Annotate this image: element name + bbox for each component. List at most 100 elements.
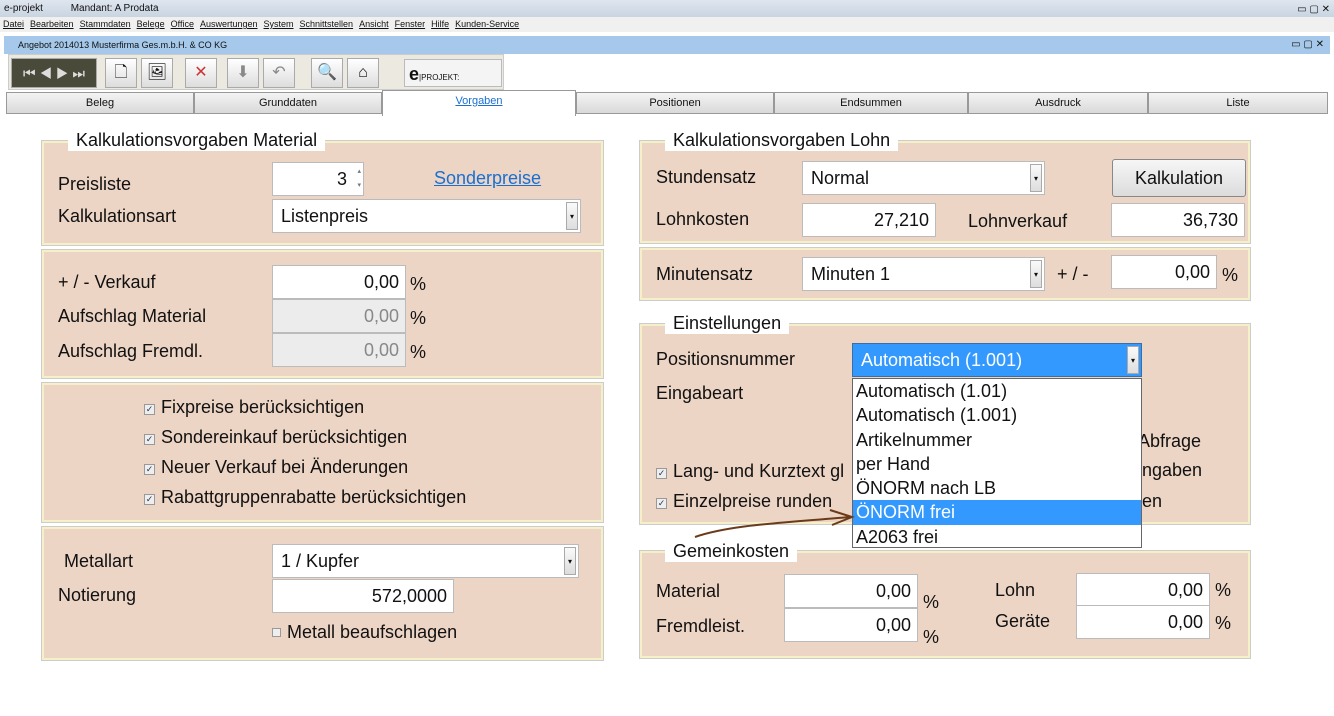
notierung-input[interactable]: 572,0000 bbox=[272, 579, 454, 613]
checkbox-checked-icon[interactable]: ✓ bbox=[656, 468, 667, 479]
sonderpreise-link[interactable]: Sonderpreise bbox=[434, 168, 541, 189]
chevron-down-icon[interactable]: ▾ bbox=[1030, 260, 1042, 288]
rabattgruppen-checkbox[interactable]: ✓ Rabattgruppenrabatte berücksichtigen bbox=[144, 487, 466, 508]
fixpreise-checkbox[interactable]: ✓ Fixpreise berücksichtigen bbox=[144, 397, 364, 418]
checkbox-checked-icon[interactable]: ✓ bbox=[144, 494, 155, 505]
home-button[interactable]: ⌂ bbox=[347, 58, 379, 88]
percent-label: % bbox=[410, 342, 427, 362]
tab-ausdruck[interactable]: Ausdruck bbox=[968, 92, 1148, 114]
positionsnummer-dropdown-list: Automatisch (1.01) Automatisch (1.001) A… bbox=[852, 378, 1142, 548]
preisliste-spinner[interactable]: 3 ▴ ▾ bbox=[272, 162, 364, 196]
percent-label: % bbox=[410, 274, 427, 294]
document-title: Angebot 2014013 Musterfirma Ges.m.b.H. &… bbox=[18, 40, 228, 50]
eingabeart-label: Eingabeart bbox=[656, 383, 744, 403]
window-button[interactable]: 🖼 bbox=[141, 58, 173, 88]
menu-schnittstellen[interactable]: Schnittstellen bbox=[300, 19, 354, 29]
gk-material-label: Material bbox=[656, 581, 721, 601]
new-document-button[interactable]: 🗋 bbox=[105, 58, 137, 88]
metall-beaufschlagen-checkbox[interactable]: Metall beaufschlagen bbox=[272, 622, 457, 643]
chevron-down-icon[interactable]: ▾ bbox=[566, 202, 578, 230]
menu-office[interactable]: Office bbox=[171, 19, 194, 29]
lohnkosten-input[interactable]: 27,210 bbox=[802, 203, 936, 237]
undo-icon: ↶ bbox=[272, 64, 286, 81]
aufschlag-material-input[interactable]: 0,00 bbox=[272, 299, 406, 333]
undo-button[interactable]: ↶ bbox=[263, 58, 295, 88]
menu-auswertungen[interactable]: Auswertungen bbox=[200, 19, 258, 29]
checkbox-checked-icon[interactable]: ✓ bbox=[656, 498, 667, 509]
verkauf-label: + / - Verkauf bbox=[58, 272, 156, 292]
kalkulation-button[interactable]: Kalkulation bbox=[1112, 159, 1246, 197]
tab-vorgaben[interactable]: Vorgaben bbox=[382, 90, 576, 116]
preisliste-label: Preisliste bbox=[58, 174, 132, 194]
stamp-icon: ⬇ bbox=[236, 64, 250, 81]
delete-button[interactable]: ✕ bbox=[185, 58, 217, 88]
stundensatz-select[interactable]: Normal ▾ bbox=[802, 161, 1045, 195]
gk-fremdleist-input[interactable]: 0,00 bbox=[784, 608, 918, 642]
minuten-input[interactable]: 0,00 bbox=[1111, 255, 1217, 289]
gk-geraete-input[interactable]: 0,00 bbox=[1076, 605, 1210, 639]
fragment-en: en bbox=[1142, 491, 1163, 511]
kalkulationsart-select[interactable]: Listenpreis ▾ bbox=[272, 199, 581, 233]
first-icon[interactable]: ⏮ bbox=[23, 65, 36, 81]
menu-system[interactable]: System bbox=[264, 19, 294, 29]
document-titlebar: Angebot 2014013 Musterfirma Ges.m.b.H. &… bbox=[4, 36, 1330, 54]
tab-positionen[interactable]: Positionen bbox=[576, 92, 774, 114]
gk-material-input[interactable]: 0,00 bbox=[784, 574, 918, 608]
checkbox-checked-icon[interactable]: ✓ bbox=[144, 464, 155, 475]
document-window-controls[interactable]: ▭ ▢ ✕ bbox=[1291, 36, 1324, 54]
app-title: e-projekt bbox=[4, 3, 43, 14]
dropdown-option-highlighted[interactable]: ÖNORM frei bbox=[853, 500, 1141, 525]
chevron-down-icon[interactable]: ▾ bbox=[564, 547, 576, 575]
percent-label: % bbox=[923, 592, 940, 612]
menubar: Datei Bearbeiten Stammdaten Belege Office Aus… bbox=[0, 17, 1334, 32]
neuer-verkauf-checkbox[interactable]: ✓ Neuer Verkauf bei Änderungen bbox=[144, 457, 408, 478]
checkbox-unchecked-icon[interactable] bbox=[272, 628, 281, 637]
minutensatz-select[interactable]: Minuten 1 ▾ bbox=[802, 257, 1045, 291]
metallart-select[interactable]: 1 / Kupfer ▾ bbox=[272, 544, 579, 578]
next-icon[interactable]: ▶ bbox=[56, 65, 69, 81]
gk-geraete-label: Geräte bbox=[995, 611, 1051, 631]
minutensatz-value: Minuten 1 bbox=[811, 264, 891, 284]
checkbox-checked-icon[interactable]: ✓ bbox=[144, 404, 155, 415]
menu-ansicht[interactable]: Ansicht bbox=[359, 19, 389, 29]
gk-lohn-label: Lohn bbox=[995, 580, 1036, 600]
app-titlebar: e-projekt Mandant: A Prodata ▭ ▢ ✕ bbox=[0, 0, 1334, 17]
dropdown-option[interactable]: per Hand bbox=[853, 452, 1141, 476]
menu-fenster[interactable]: Fenster bbox=[395, 19, 426, 29]
chevron-down-icon[interactable]: ▾ bbox=[1030, 164, 1042, 192]
tab-beleg[interactable]: Beleg bbox=[6, 92, 194, 114]
menu-belege[interactable]: Belege bbox=[137, 19, 165, 29]
dropdown-option[interactable]: A2063 frei bbox=[853, 525, 1141, 549]
window-controls[interactable]: ▭ ▢ ✕ bbox=[1297, 1, 1330, 18]
lang-kurztext-checkbox[interactable]: ✓ Lang- und Kurztext gl bbox=[656, 461, 844, 482]
dropdown-option[interactable]: Automatisch (1.001) bbox=[853, 403, 1141, 427]
search-button[interactable]: 🔍 bbox=[311, 58, 343, 88]
menu-bearbeiten[interactable]: Bearbeiten bbox=[30, 19, 74, 29]
menu-datei[interactable]: Datei bbox=[3, 19, 24, 29]
checkbox-checked-icon[interactable]: ✓ bbox=[144, 434, 155, 445]
lohnverkauf-input[interactable]: 36,730 bbox=[1111, 203, 1245, 237]
aufschlag-fremdl-input[interactable]: 0,00 bbox=[272, 333, 406, 367]
menu-stammdaten[interactable]: Stammdaten bbox=[80, 19, 131, 29]
home-icon: ⌂ bbox=[358, 64, 368, 81]
prev-icon[interactable]: ◀ bbox=[40, 65, 53, 81]
dropdown-option[interactable]: Automatisch (1.01) bbox=[853, 379, 1141, 403]
positionsnummer-select[interactable]: Automatisch (1.001) ▾ bbox=[852, 343, 1142, 377]
last-icon[interactable]: ⏭ bbox=[72, 65, 85, 81]
chevron-down-icon[interactable]: ▾ bbox=[1127, 346, 1139, 374]
menu-kunden-service[interactable]: Kunden-Service bbox=[455, 19, 519, 29]
dropdown-option[interactable]: Artikelnummer bbox=[853, 428, 1141, 452]
tab-endsummen[interactable]: Endsummen bbox=[774, 92, 968, 114]
tab-grunddaten[interactable]: Grunddaten bbox=[194, 92, 382, 114]
stamp-button[interactable]: ⬇ bbox=[227, 58, 259, 88]
menu-hilfe[interactable]: Hilfe bbox=[431, 19, 449, 29]
spinner-arrows-icon[interactable]: ▴ ▾ bbox=[357, 165, 361, 193]
dropdown-option[interactable]: ÖNORM nach LB bbox=[853, 476, 1141, 500]
tab-liste[interactable]: Liste bbox=[1148, 92, 1328, 114]
lohnkosten-label: Lohnkosten bbox=[656, 209, 750, 229]
sondereinkauf-checkbox[interactable]: ✓ Sondereinkauf berücksichtigen bbox=[144, 427, 407, 448]
checkbox-label: Lang- und Kurztext gl bbox=[673, 461, 845, 481]
verkauf-input[interactable]: 0,00 bbox=[272, 265, 406, 299]
navigation-buttons[interactable]: ⏮ ◀ ▶ ⏭ bbox=[11, 58, 97, 88]
gk-lohn-input[interactable]: 0,00 bbox=[1076, 573, 1210, 607]
